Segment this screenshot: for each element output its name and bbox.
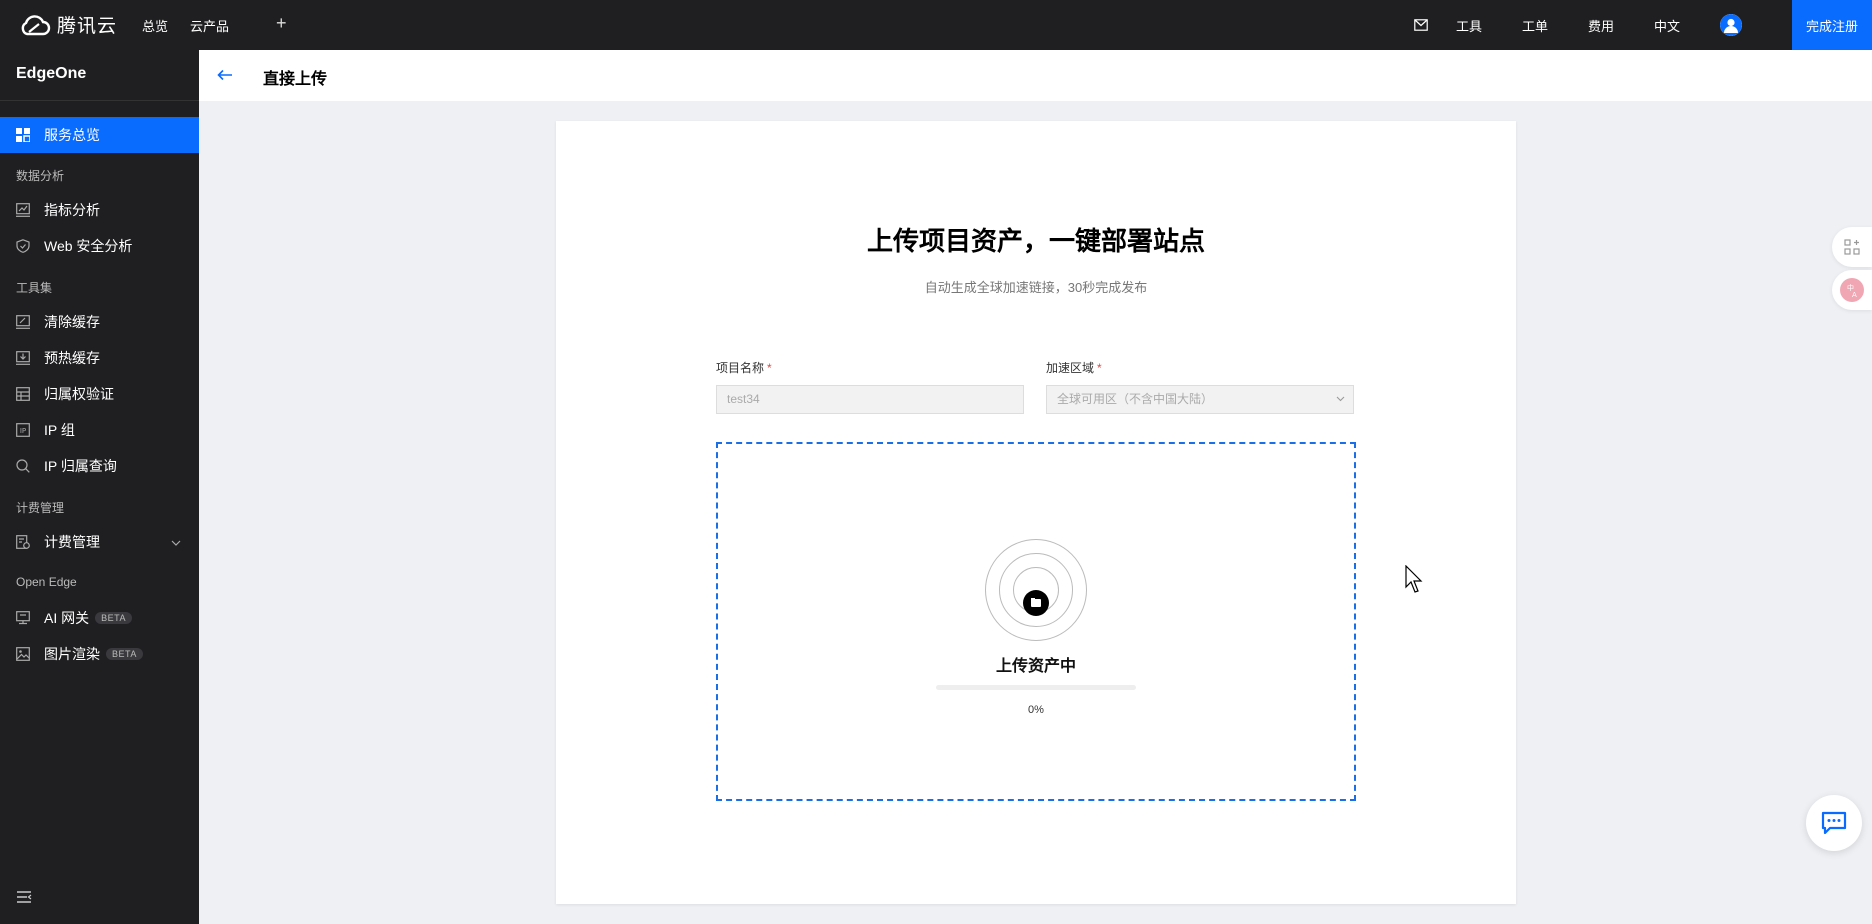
billing-icon bbox=[16, 535, 30, 549]
hero-subtitle: 自动生成全球加速链接，30秒完成发布 bbox=[924, 280, 1148, 295]
sidebar-item-label: Web 安全分析 bbox=[44, 238, 133, 254]
image-icon bbox=[16, 647, 30, 661]
sidebar-item-prefetch-cache[interactable]: 预热缓存 bbox=[0, 340, 199, 376]
group-billing: 计费管理 bbox=[16, 501, 65, 515]
upload-dropzone[interactable]: 上传资产中 0% bbox=[716, 442, 1356, 801]
add-widget-button[interactable] bbox=[1832, 227, 1872, 267]
cloud-logo-icon bbox=[21, 14, 51, 35]
top-right-group: 工具 工单 费用 中文 完成注册 bbox=[1414, 0, 1872, 50]
chart-icon bbox=[16, 203, 30, 217]
group-data-analysis: 数据分析 bbox=[16, 169, 65, 183]
sidebar: EdgeOne 服务总览 数据分析 指标分析 Web 安全分析 工具集 清除缓存… bbox=[0, 50, 199, 924]
sidebar-item-label: AI 网关 bbox=[44, 610, 90, 626]
group-open-edge: Open Edge bbox=[16, 575, 77, 589]
avatar[interactable] bbox=[1720, 14, 1742, 36]
mail-icon[interactable] bbox=[1414, 19, 1428, 31]
chevron-down-icon bbox=[171, 535, 181, 549]
sidebar-divider bbox=[0, 100, 199, 101]
logo-text: 腾讯云 bbox=[57, 16, 118, 37]
sidebar-item-label: 服务总览 bbox=[44, 127, 100, 143]
sidebar-item-label: 指标分析 bbox=[44, 202, 100, 218]
svg-text:IP: IP bbox=[20, 427, 26, 435]
ip-group-icon: IP bbox=[16, 423, 30, 437]
sidebar-item-ai-gateway[interactable]: AI 网关 BETA bbox=[0, 600, 199, 636]
upload-card: 上传项目资产，一键部署站点 自动生成全球加速链接，30秒完成发布 项目名称 * t… bbox=[556, 121, 1516, 904]
sidebar-item-web-security[interactable]: Web 安全分析 bbox=[0, 228, 199, 264]
sidebar-item-metrics[interactable]: 指标分析 bbox=[0, 192, 199, 228]
region-select[interactable]: 全球可用区（不含中国大陆） bbox=[1046, 385, 1354, 414]
sidebar-item-clear-cache[interactable]: 清除缓存 bbox=[0, 304, 199, 340]
sidebar-item-ip-lookup[interactable]: IP 归属查询 bbox=[0, 448, 199, 484]
grid-icon bbox=[16, 128, 30, 142]
top-bar: 腾讯云 总览 云产品 + 工具 工单 费用 中文 完成注册 bbox=[0, 0, 1872, 50]
region-label: 加速区域 * bbox=[1046, 359, 1102, 376]
shield-icon bbox=[16, 239, 30, 253]
sidebar-item-billing[interactable]: 计费管理 bbox=[0, 524, 199, 560]
complete-registration-button[interactable]: 完成注册 bbox=[1792, 0, 1872, 50]
chat-support-button[interactable] bbox=[1806, 795, 1862, 851]
required-mark: * bbox=[767, 361, 772, 375]
sidebar-item-label: 图片渲染 bbox=[44, 646, 100, 662]
sidebar-item-label: 计费管理 bbox=[44, 534, 100, 550]
nav-billing[interactable]: 费用 bbox=[1588, 16, 1614, 35]
required-mark: * bbox=[1097, 361, 1102, 375]
group-toolset: 工具集 bbox=[16, 281, 53, 295]
verify-icon bbox=[16, 387, 30, 401]
search-icon bbox=[16, 459, 30, 473]
sidebar-item-ownership-verify[interactable]: 归属权验证 bbox=[0, 376, 199, 412]
sidebar-item-overview[interactable]: 服务总览 bbox=[0, 117, 199, 153]
clear-cache-icon bbox=[16, 315, 30, 329]
project-name-label: 项目名称 * bbox=[716, 359, 772, 376]
project-name-label-text: 项目名称 bbox=[716, 361, 765, 375]
sidebar-item-label: 清除缓存 bbox=[44, 314, 100, 330]
upload-progress-percent: 0% bbox=[1028, 704, 1044, 716]
nav-tools[interactable]: 工具 bbox=[1456, 16, 1482, 35]
page-title: 直接上传 bbox=[263, 71, 328, 88]
sidebar-item-label: 预热缓存 bbox=[44, 350, 100, 366]
collapse-sidebar-icon[interactable] bbox=[16, 890, 32, 908]
chat-icon bbox=[1821, 811, 1847, 835]
product-title: EdgeOne bbox=[16, 65, 87, 82]
tencent-cloud-logo[interactable]: 腾讯云 bbox=[19, 11, 117, 38]
add-shortcut-button[interactable]: + bbox=[276, 13, 287, 34]
region-label-text: 加速区域 bbox=[1046, 361, 1095, 375]
sidebar-item-image-render[interactable]: 图片渲染 BETA bbox=[0, 636, 199, 672]
upload-status-text: 上传资产中 bbox=[995, 658, 1076, 675]
chevron-down-icon bbox=[1336, 386, 1345, 413]
nav-language[interactable]: 中文 bbox=[1654, 16, 1680, 35]
grid-plus-icon bbox=[1844, 239, 1860, 255]
beta-badge: BETA bbox=[95, 612, 132, 624]
translate-button[interactable]: 中A bbox=[1832, 270, 1872, 310]
prefetch-icon bbox=[16, 351, 30, 365]
svg-text:A: A bbox=[1852, 291, 1857, 299]
sidebar-item-ip-group[interactable]: IP IP 组 bbox=[0, 412, 199, 448]
nav-products[interactable]: 云产品 bbox=[190, 0, 229, 50]
translate-icon: 中A bbox=[1840, 278, 1864, 302]
sidebar-item-label: IP 归属查询 bbox=[44, 458, 117, 474]
sidebar-item-label: IP 组 bbox=[44, 422, 75, 438]
upload-progress-bar bbox=[936, 685, 1136, 690]
upload-folder-icon bbox=[1023, 590, 1049, 616]
back-arrow-icon[interactable] bbox=[217, 65, 233, 86]
user-icon bbox=[1720, 14, 1742, 36]
page-header: 直接上传 bbox=[199, 50, 1872, 101]
hero-title: 上传项目资产，一键部署站点 bbox=[866, 226, 1205, 256]
beta-badge: BETA bbox=[106, 648, 143, 660]
project-name-field[interactable]: test34 bbox=[716, 385, 1024, 414]
region-select-value: 全球可用区（不含中国大陆） bbox=[1057, 392, 1214, 406]
nav-overview[interactable]: 总览 bbox=[142, 0, 168, 50]
nav-tickets[interactable]: 工单 bbox=[1522, 16, 1548, 35]
mouse-cursor-icon bbox=[1405, 564, 1425, 600]
ai-gateway-icon bbox=[16, 611, 30, 625]
sidebar-item-label: 归属权验证 bbox=[44, 386, 114, 402]
